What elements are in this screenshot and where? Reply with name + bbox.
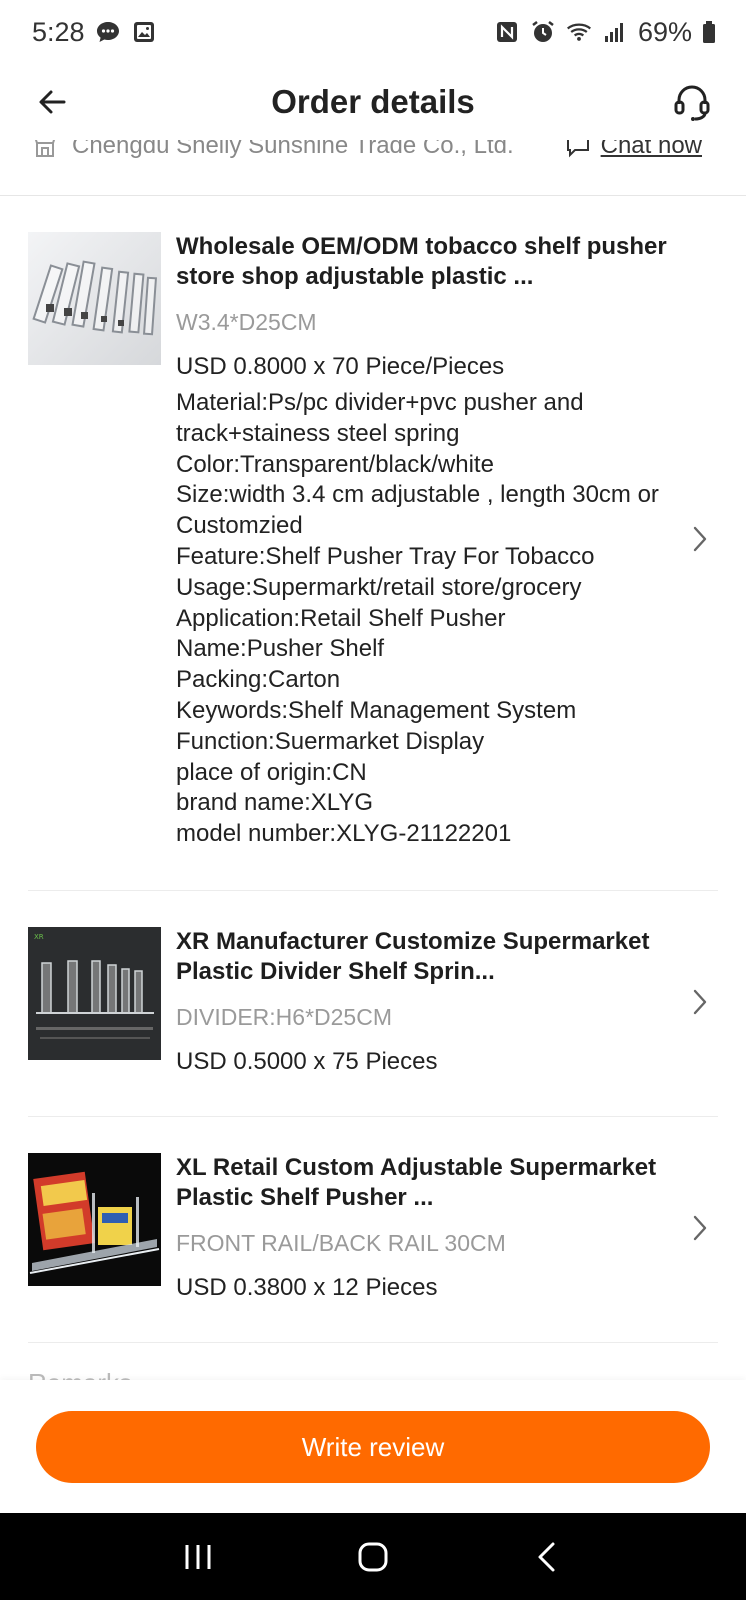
chat-icon <box>566 140 589 158</box>
spec-line: model number:XLYG-21122201 <box>176 820 512 848</box>
write-review-button[interactable]: Write review <box>36 1411 710 1483</box>
supplier-row: Chengdu Shelly Sunshine Trade Co., Ltd. … <box>0 140 746 196</box>
product-price-quantity: USD 0.3800 x 12 Pieces <box>176 1274 438 1301</box>
chat-now-label: Chat now <box>600 140 702 159</box>
supplier-name-group[interactable]: Chengdu Shelly Sunshine Trade Co., Ltd. <box>32 140 514 160</box>
product-title: Wholesale OEM/ODM tobacco shelf pusher s… <box>176 233 667 290</box>
status-bar: 5:28 69% <box>0 0 746 64</box>
back-icon[interactable] <box>518 1527 578 1587</box>
product-title: XL Retail Custom Adjustable Supermarket … <box>176 1154 657 1211</box>
chevron-right-icon[interactable] <box>690 1213 710 1243</box>
order-item[interactable]: Wholesale OEM/ODM tobacco shelf pusher s… <box>28 196 718 891</box>
page-title: Order details <box>271 83 475 120</box>
product-price-quantity: USD 0.5000 x 75 Pieces <box>176 1048 438 1075</box>
spec-line: Feature:Shelf Pusher Tray For Tobacco <box>176 542 595 570</box>
battery-icon <box>702 19 716 45</box>
store-icon <box>34 140 56 157</box>
product-thumbnail: XR <box>28 927 161 1060</box>
headset-icon <box>674 85 710 121</box>
product-thumbnail <box>28 1153 161 1286</box>
wifi-icon <box>566 19 592 45</box>
status-left: 5:28 <box>32 17 157 48</box>
svg-text:XR: XR <box>34 933 44 941</box>
product-variant: W3.4*D25CM <box>176 309 317 335</box>
spec-line: Size:width 3.4 cm adjustable , length 30… <box>176 481 659 540</box>
order-items-list: Wholesale OEM/ODM tobacco shelf pusher s… <box>0 196 746 1343</box>
signal-icon <box>602 19 628 45</box>
bottom-action-bar: Write review <box>0 1380 746 1513</box>
spec-line: Color:Transparent/black/white <box>176 450 494 478</box>
image-icon <box>131 19 157 45</box>
product-specs: Material:Ps/pc divider+pvc pusher and tr… <box>176 388 674 850</box>
order-item[interactable]: XL Retail Custom Adjustable Supermarket … <box>28 1117 718 1343</box>
chat-now-link[interactable]: Chat now <box>565 140 702 160</box>
spec-line: place of origin:CN <box>176 758 367 786</box>
home-icon[interactable] <box>343 1527 403 1587</box>
supplier-name: Chengdu Shelly Sunshine Trade Co., Ltd. <box>72 140 514 159</box>
chevron-right-icon[interactable] <box>690 987 710 1017</box>
status-right: 69% <box>494 17 716 48</box>
product-thumbnail <box>28 232 161 365</box>
chat-bubble-icon <box>95 19 121 45</box>
chevron-right-icon[interactable] <box>690 524 710 554</box>
nfc-icon <box>494 19 520 45</box>
spec-line: Function:Suermarket Display <box>176 727 485 755</box>
spec-line: Usage:Supermarkt/retail store/grocery <box>176 573 582 601</box>
arrow-left-icon <box>39 90 66 114</box>
spec-line: Application:Retail Shelf Pusher <box>176 604 506 632</box>
spec-line: Material:Ps/pc divider+pvc pusher and tr… <box>176 389 584 447</box>
spec-line: Keywords:Shelf Management System <box>176 696 577 724</box>
status-time: 5:28 <box>32 16 85 47</box>
spec-line: Name:Pusher Shelf <box>176 635 385 663</box>
product-title: XR Manufacturer Customize Supermarket Pl… <box>176 928 650 985</box>
system-nav-bar <box>0 1513 746 1600</box>
spec-line: brand name:XLYG <box>176 789 374 817</box>
recent-apps-icon[interactable] <box>168 1527 228 1587</box>
product-variant: DIVIDER:H6*D25CM <box>176 1004 392 1030</box>
spec-line: Packing:Carton <box>176 666 341 694</box>
customer-support-button[interactable] <box>670 80 714 124</box>
product-variant: FRONT RAIL/BACK RAIL 30CM <box>176 1230 506 1256</box>
back-button[interactable] <box>32 82 72 122</box>
alarm-icon <box>530 19 556 45</box>
product-price-quantity: USD 0.8000 x 70 Piece/Pieces <box>176 353 505 380</box>
order-item[interactable]: XR XR Manufacturer Customize Supermarket… <box>28 891 718 1117</box>
battery-percent: 69% <box>637 16 692 47</box>
app-header: Order details <box>0 64 746 140</box>
